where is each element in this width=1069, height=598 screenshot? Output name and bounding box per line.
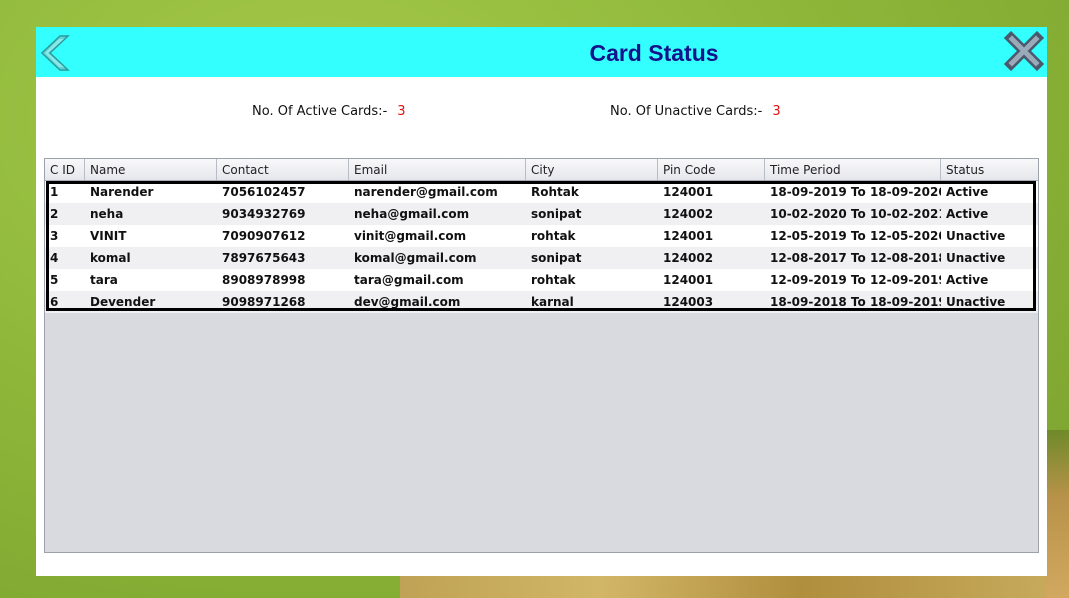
- page-title: Card Status: [589, 40, 719, 66]
- cell-city: sonipat: [531, 251, 582, 265]
- column-header[interactable]: C ID: [45, 159, 85, 180]
- cell-status: Active: [946, 185, 989, 199]
- cell-email: tara@gmail.com: [354, 273, 464, 287]
- cell-city: rohtak: [531, 273, 576, 287]
- unactive-cards-count: 3: [772, 104, 781, 119]
- cell-name: neha: [90, 207, 124, 221]
- active-cards-count: 3: [397, 104, 406, 119]
- cell-status: Unactive: [946, 229, 1006, 243]
- cell-contact: 9034932769: [222, 207, 306, 221]
- cell-pin-code: 124001: [663, 229, 714, 243]
- table-row[interactable]: 5 tara 8908978998 tara@gmail.com rohtak …: [45, 269, 1038, 291]
- table-row[interactable]: 6 Devender 9098971268 dev@gmail.com karn…: [45, 291, 1038, 313]
- cell-pin-code: 124001: [663, 273, 714, 287]
- table-row[interactable]: 3 VINIT 7090907612 vinit@gmail.com rohta…: [45, 225, 1038, 247]
- cell-city: Rohtak: [531, 185, 579, 199]
- cell-city: karnal: [531, 295, 574, 309]
- cell-pin-code: 124002: [663, 251, 714, 265]
- cell-name: Narender: [90, 185, 154, 199]
- cell-cid: 6: [50, 295, 59, 309]
- cell-city: sonipat: [531, 207, 582, 221]
- cell-contact: 9098971268: [222, 295, 306, 309]
- cell-time-period: 12-05-2019 To 12-05-2020: [770, 229, 941, 243]
- card-status-window: Card Status No. Of Active Cards:- 3 No. O…: [36, 27, 1047, 576]
- cell-pin-code: 124001: [663, 185, 714, 199]
- cell-time-period: 18-09-2019 To 18-09-2020: [770, 185, 941, 199]
- cell-email: vinit@gmail.com: [354, 229, 467, 243]
- cell-city: rohtak: [531, 229, 576, 243]
- background-image-edge: [1046, 430, 1069, 598]
- cell-status: Unactive: [946, 295, 1006, 309]
- cell-status: Active: [946, 207, 989, 221]
- cell-time-period: 18-09-2018 To 18-09-2019: [770, 295, 941, 309]
- cell-contact: 7056102457: [222, 185, 306, 199]
- cell-cid: 3: [50, 229, 59, 243]
- cell-name: komal: [90, 251, 131, 265]
- cell-contact: 8908978998: [222, 273, 306, 287]
- active-cards-label: No. Of Active Cards:-: [252, 104, 388, 119]
- unactive-cards-label: No. Of Unactive Cards:-: [610, 104, 763, 119]
- unactive-cards-summary: No. Of Unactive Cards:- 3: [610, 104, 781, 119]
- column-header[interactable]: Status: [941, 159, 1038, 180]
- column-header[interactable]: Pin Code: [658, 159, 765, 180]
- table-row[interactable]: 1 Narender 7056102457 narender@gmail.com…: [45, 181, 1038, 203]
- cell-pin-code: 124003: [663, 295, 714, 309]
- cell-cid: 2: [50, 207, 59, 221]
- cell-email: dev@gmail.com: [354, 295, 461, 309]
- column-header[interactable]: Contact: [217, 159, 349, 180]
- cell-status: Unactive: [946, 251, 1006, 265]
- card-status-table[interactable]: C ID Name Contact Email City Pin Code Ti…: [44, 158, 1039, 553]
- cell-status: Active: [946, 273, 989, 287]
- cell-cid: 5: [50, 273, 59, 287]
- cell-cid: 1: [50, 185, 59, 199]
- cell-contact: 7897675643: [222, 251, 306, 265]
- cell-pin-code: 124002: [663, 207, 714, 221]
- cell-email: neha@gmail.com: [354, 207, 470, 221]
- cell-contact: 7090907612: [222, 229, 306, 243]
- cell-email: narender@gmail.com: [354, 185, 498, 199]
- title-bar: Card Status: [36, 27, 1047, 77]
- active-cards-summary: No. Of Active Cards:- 3: [252, 104, 406, 119]
- close-x-icon: [1003, 30, 1045, 72]
- cell-name: VINIT: [90, 229, 127, 243]
- cell-time-period: 12-09-2019 To 12-09-2019: [770, 273, 941, 287]
- cell-time-period: 10-02-2020 To 10-02-2021: [770, 207, 941, 221]
- cell-time-period: 12-08-2017 To 12-08-2018: [770, 251, 941, 265]
- table-row[interactable]: 4 komal 7897675643 komal@gmail.com sonip…: [45, 247, 1038, 269]
- column-header[interactable]: City: [526, 159, 658, 180]
- column-header[interactable]: Email: [349, 159, 526, 180]
- table-row[interactable]: 2 neha 9034932769 neha@gmail.com sonipat…: [45, 203, 1038, 225]
- close-button[interactable]: [1003, 30, 1045, 72]
- cell-name: tara: [90, 273, 118, 287]
- table-header: C ID Name Contact Email City Pin Code Ti…: [45, 159, 1038, 181]
- cell-email: komal@gmail.com: [354, 251, 477, 265]
- cell-name: Devender: [90, 295, 156, 309]
- cell-cid: 4: [50, 251, 59, 265]
- column-header[interactable]: Name: [85, 159, 217, 180]
- column-header[interactable]: Time Period: [765, 159, 941, 180]
